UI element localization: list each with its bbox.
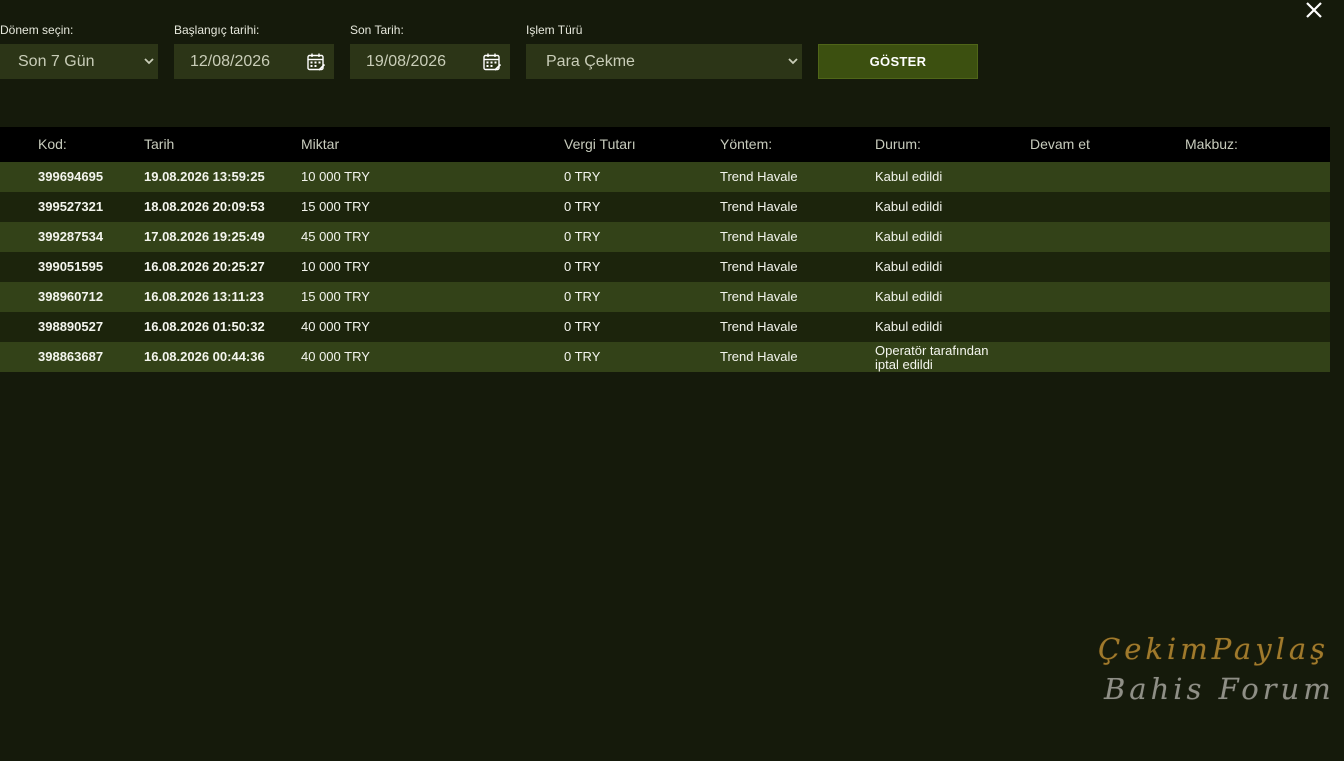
cell-miktar: 10 000 TRY <box>301 169 370 184</box>
watermark-line1: ÇekimPaylaş <box>1098 632 1330 666</box>
period-select[interactable]: Son 7 Gün <box>0 44 158 79</box>
cell-vergi: 0 TRY <box>564 229 601 244</box>
header-devam: Devam et <box>1030 136 1090 152</box>
cell-kod: 398960712 <box>38 289 104 304</box>
period-value: Son 7 Gün <box>18 53 95 70</box>
cell-yontem: Trend Havale <box>720 289 798 304</box>
start-date-input[interactable]: 12/08/2026 <box>174 44 334 79</box>
cell-vergi: 0 TRY <box>564 289 601 304</box>
cell-yontem: Trend Havale <box>720 169 798 184</box>
start-date-label: Başlangıç tarihi: <box>174 23 260 37</box>
cell-yontem: Trend Havale <box>720 259 798 274</box>
cell-kod: 399051595 <box>38 259 104 274</box>
cell-tarih: 18.08.2026 20:09:53 <box>144 199 265 214</box>
transactions-page: Dönem seçin: Son 7 Gün Başlangıç tarihi:… <box>0 0 1344 761</box>
cell-tarih: 19.08.2026 13:59:25 <box>144 169 265 184</box>
chevron-down-icon <box>144 58 154 65</box>
cell-vergi: 0 TRY <box>564 169 601 184</box>
header-yontem: Yöntem: <box>720 136 773 152</box>
start-date-value: 12/08/2026 <box>190 53 271 70</box>
cell-kod: 398863687 <box>38 349 104 364</box>
cell-kod: 399694695 <box>38 169 104 184</box>
header-makbuz: Makbuz: <box>1185 136 1238 152</box>
table-row: 398863687 16.08.2026 00:44:36 40 000 TRY… <box>0 342 1330 372</box>
start-date-field: Başlangıç tarihi: 12/08/2026 <box>174 22 334 79</box>
cell-vergi: 0 TRY <box>564 319 601 334</box>
end-date-input[interactable]: 19/08/2026 <box>350 44 510 79</box>
type-field: Işlem Türü Para Çekme <box>526 22 802 79</box>
table-row: 399694695 19.08.2026 13:59:25 10 000 TRY… <box>0 162 1330 192</box>
cell-miktar: 40 000 TRY <box>301 349 370 364</box>
cell-durum: Kabul edildi <box>875 169 943 184</box>
cell-yontem: Trend Havale <box>720 349 798 364</box>
show-button[interactable]: GÖSTER <box>818 44 978 79</box>
table-row: 399287534 17.08.2026 19:25:49 45 000 TRY… <box>0 222 1330 252</box>
header-durum: Durum: <box>875 136 921 152</box>
type-label: Işlem Türü <box>526 23 583 37</box>
transactions-table: Kod: Tarih Miktar Vergi Tutarı Yöntem: D… <box>0 127 1330 372</box>
cell-kod: 399287534 <box>38 229 104 244</box>
table-row: 398960712 16.08.2026 13:11:23 15 000 TRY… <box>0 282 1330 312</box>
type-value: Para Çekme <box>546 53 635 70</box>
cell-durum: Operatör tarafından iptal edildi <box>875 343 989 372</box>
cell-tarih: 17.08.2026 19:25:49 <box>144 229 265 244</box>
header-miktar: Miktar <box>301 136 340 152</box>
end-date-label: Son Tarih: <box>350 23 404 37</box>
cell-durum: Kabul edildi <box>875 259 943 274</box>
cell-yontem: Trend Havale <box>720 199 798 214</box>
cell-tarih: 16.08.2026 01:50:32 <box>144 319 265 334</box>
cell-yontem: Trend Havale <box>720 229 798 244</box>
chevron-down-icon <box>788 58 798 65</box>
end-date-value: 19/08/2026 <box>366 53 447 70</box>
watermark-line2: Bahis Forum <box>1104 672 1335 706</box>
cell-durum: Kabul edildi <box>875 289 943 304</box>
cell-tarih: 16.08.2026 00:44:36 <box>144 349 265 364</box>
table-row: 398890527 16.08.2026 01:50:32 40 000 TRY… <box>0 312 1330 342</box>
cell-durum: Kabul edildi <box>875 199 943 214</box>
forum-watermark: ÇekimPaylaş Bahis Forum <box>1098 628 1342 708</box>
cell-durum: Kabul edildi <box>875 319 943 334</box>
header-vergi: Vergi Tutarı <box>564 136 636 152</box>
cell-kod: 398890527 <box>38 319 104 334</box>
period-field: Dönem seçin: Son 7 Gün <box>0 22 158 79</box>
cell-miktar: 40 000 TRY <box>301 319 370 334</box>
table-row: 399527321 18.08.2026 20:09:53 15 000 TRY… <box>0 192 1330 222</box>
cell-durum: Kabul edildi <box>875 229 943 244</box>
header-tarih: Tarih <box>144 136 175 152</box>
close-button[interactable] <box>1304 0 1324 20</box>
calendar-icon[interactable] <box>482 52 502 72</box>
table-row: 399051595 16.08.2026 20:25:27 10 000 TRY… <box>0 252 1330 282</box>
period-label: Dönem seçin: <box>0 23 74 37</box>
cell-miktar: 10 000 TRY <box>301 259 370 274</box>
cell-tarih: 16.08.2026 13:11:23 <box>144 289 264 304</box>
cell-miktar: 15 000 TRY <box>301 199 370 214</box>
calendar-icon[interactable] <box>306 52 326 72</box>
cell-vergi: 0 TRY <box>564 259 601 274</box>
cell-kod: 399527321 <box>38 199 104 214</box>
table-header: Kod: Tarih Miktar Vergi Tutarı Yöntem: D… <box>0 127 1330 162</box>
cell-miktar: 45 000 TRY <box>301 229 370 244</box>
cell-vergi: 0 TRY <box>564 199 601 214</box>
end-date-field: Son Tarih: 19/08/2026 <box>350 22 510 79</box>
cell-miktar: 15 000 TRY <box>301 289 370 304</box>
close-icon <box>1306 2 1322 18</box>
header-kod: Kod: <box>38 136 67 152</box>
cell-vergi: 0 TRY <box>564 349 601 364</box>
cell-tarih: 16.08.2026 20:25:27 <box>144 259 265 274</box>
type-select[interactable]: Para Çekme <box>526 44 802 79</box>
cell-yontem: Trend Havale <box>720 319 798 334</box>
